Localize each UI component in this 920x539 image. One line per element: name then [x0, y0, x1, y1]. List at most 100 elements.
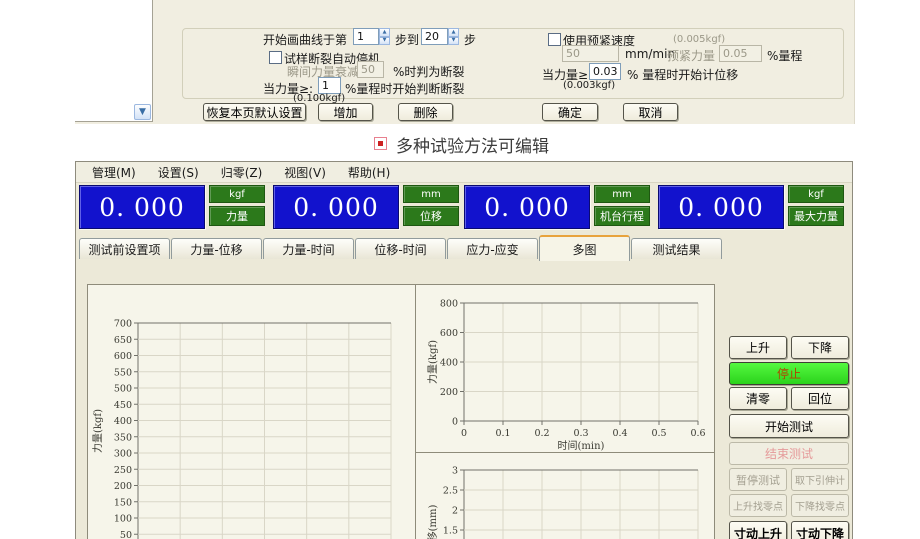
tab-bar: 测试前设置项 力量-位移 力量-时间 位移-时间 应力-应变 多图 测试结果 [76, 235, 852, 261]
svg-text:位移(mm): 位移(mm) [426, 505, 439, 539]
caption-text: 多种试验方法可编辑 [396, 132, 549, 157]
tab-test-results[interactable]: 测试结果 [631, 238, 722, 259]
break-force-input[interactable] [318, 77, 341, 94]
svg-text:700: 700 [114, 319, 132, 330]
pause-test-button[interactable]: 暂停测试 [729, 468, 787, 491]
disp-start-hint: (0.003kgf) [563, 80, 615, 91]
svg-text:600: 600 [440, 328, 458, 339]
svg-text:800: 800 [440, 299, 458, 310]
stop-button[interactable]: 停止 [729, 362, 849, 385]
tab-force-displacement[interactable]: 力量-位移 [171, 238, 262, 259]
menu-item-settings[interactable]: 设置(S) [147, 164, 210, 181]
menu-item-view[interactable]: 视图(V) [273, 164, 337, 181]
tab-multi-chart[interactable]: 多图 [539, 235, 630, 261]
disp-start-input[interactable] [589, 63, 621, 80]
tab-stress-strain[interactable]: 应力-应变 [447, 238, 538, 259]
crosshead-value: 0. 000 [464, 185, 590, 229]
displacement-label: 位移 [403, 206, 459, 226]
red-square-bullet-icon [374, 137, 387, 150]
svg-text:650: 650 [114, 335, 132, 346]
pretension-force-unit-label: %量程 [767, 47, 802, 64]
remove-extensometer-button[interactable]: 取下引伸计 [791, 468, 849, 491]
scroll-down-button[interactable]: ▼ [134, 104, 151, 120]
svg-text:3: 3 [452, 466, 458, 477]
decay-input[interactable] [357, 61, 384, 78]
settings-dialog-fragment: ▼ 开始画曲线于第 ▲▼ 步到 ▲▼ 步 试样断裂自动停机 瞬间力量衰减≥: %… [75, 0, 855, 124]
curve-start-label: 开始画曲线于第 [263, 31, 347, 48]
force-label: 力量 [209, 206, 265, 226]
down-button[interactable]: 下降 [791, 336, 849, 359]
svg-text:0.1: 0.1 [495, 428, 510, 439]
machine-controls: 上升 下降 停止 清零 回位 开始测试 结束测试 暂停测试 取下引伸计 上升找零… [727, 335, 853, 539]
pretension-force-input[interactable] [719, 45, 762, 62]
curve-from-input[interactable] [353, 28, 379, 45]
pretension-checkbox[interactable] [548, 33, 561, 46]
svg-text:400: 400 [114, 416, 132, 427]
displacement-value: 0. 000 [273, 185, 399, 229]
cancel-button[interactable]: 取消 [623, 103, 678, 121]
add-button[interactable]: 增加 [318, 103, 373, 121]
disp-start-suffix-label: % 量程时开始计位移 [627, 66, 738, 83]
auto-stop-checkbox[interactable] [269, 51, 282, 64]
chevron-down-icon: ▼ [139, 108, 146, 117]
method-listbox[interactable]: ▼ [75, 0, 153, 122]
force-value: 0. 000 [79, 185, 205, 229]
spinner-up-icon[interactable]: ▲ [448, 28, 459, 37]
down-find-zero-button[interactable]: 下降找零点 [791, 494, 849, 517]
start-test-button[interactable]: 开始测试 [729, 414, 849, 438]
max-force-unit: kgf [788, 185, 844, 203]
svg-text:450: 450 [114, 400, 132, 411]
svg-text:550: 550 [114, 367, 132, 378]
max-force-value: 0. 000 [658, 185, 784, 229]
svg-text:力量(kgf): 力量(kgf) [426, 340, 439, 384]
svg-text:400: 400 [440, 358, 458, 369]
jog-up-button[interactable]: 寸动上升 [729, 521, 787, 539]
svg-text:500: 500 [114, 384, 132, 395]
page: ▼ 开始画曲线于第 ▲▼ 步到 ▲▼ 步 试样断裂自动停机 瞬间力量衰减≥: %… [0, 0, 920, 539]
svg-text:0: 0 [452, 417, 458, 428]
svg-text:250: 250 [114, 465, 132, 476]
spinner-down-icon[interactable]: ▼ [379, 37, 390, 46]
return-button[interactable]: 回位 [791, 387, 849, 410]
curve-to-label: 步到 [395, 31, 419, 48]
max-force-label: 最大力量 [788, 206, 844, 226]
pretension-speed-input[interactable] [562, 45, 619, 62]
jog-down-button[interactable]: 寸动下降 [791, 521, 849, 539]
pretension-hint: (0.005kgf) [673, 34, 725, 45]
up-button[interactable]: 上升 [729, 336, 787, 359]
clear-button[interactable]: 清零 [729, 387, 787, 410]
break-force-suffix-label: %量程时开始判断断裂 [345, 80, 464, 97]
svg-text:600: 600 [114, 351, 132, 362]
delete-button[interactable]: 删除 [398, 103, 453, 121]
menu-item-zero[interactable]: 归零(Z) [210, 164, 274, 181]
tab-content: 7006506005505004504003503002502001501005… [76, 260, 852, 539]
svg-text:0.3: 0.3 [573, 428, 588, 439]
svg-text:0: 0 [461, 428, 467, 439]
pretension-force-label: 预紧力量 [667, 47, 715, 64]
chart-force-time: 800600400200000.10.20.30.40.50.6时间(min)力… [416, 285, 714, 453]
up-find-zero-button[interactable]: 上升找零点 [729, 494, 787, 517]
curve-to-input[interactable] [421, 28, 448, 45]
spinner-up-icon[interactable]: ▲ [379, 28, 390, 37]
tab-displacement-time[interactable]: 位移-时间 [355, 238, 446, 259]
tab-force-time[interactable]: 力量-时间 [263, 238, 354, 259]
ok-button[interactable]: 确定 [542, 103, 598, 121]
svg-text:1.5: 1.5 [443, 526, 458, 537]
svg-text:0.6: 0.6 [690, 428, 705, 439]
svg-text:2.5: 2.5 [443, 486, 458, 497]
menu-item-help[interactable]: 帮助(H) [337, 164, 401, 181]
tab-pretest-settings[interactable]: 测试前设置项 [79, 238, 170, 259]
svg-text:200: 200 [440, 387, 458, 398]
restore-defaults-button[interactable]: 恢复本页默认设置 [203, 103, 306, 121]
curve-to-stepper[interactable]: ▲▼ [448, 28, 459, 45]
end-test-button[interactable]: 结束测试 [729, 442, 849, 465]
curve-from-stepper[interactable]: ▲▼ [379, 28, 390, 45]
svg-text:0.5: 0.5 [651, 428, 666, 439]
svg-text:0.2: 0.2 [534, 428, 549, 439]
menu-item-manage[interactable]: 管理(M) [81, 164, 147, 181]
svg-text:100: 100 [114, 514, 132, 525]
svg-text:350: 350 [114, 432, 132, 443]
decay-suffix-label: %时判为断裂 [393, 63, 464, 80]
spinner-down-icon[interactable]: ▼ [448, 37, 459, 46]
curve-step-label: 步 [464, 31, 476, 48]
